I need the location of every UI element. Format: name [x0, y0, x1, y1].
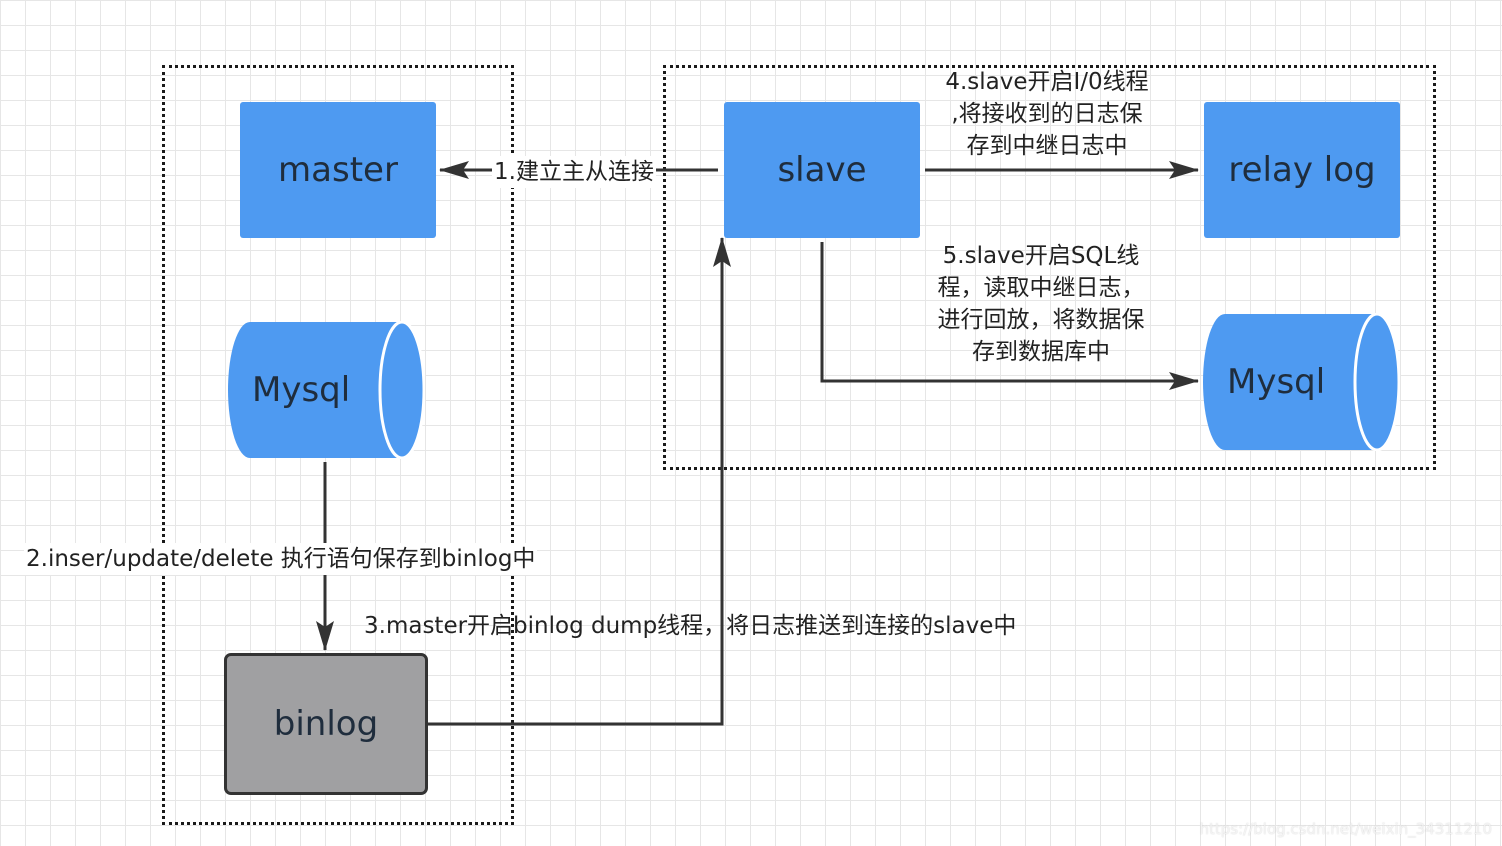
- mysql-slave-cylinder[interactable]: Mysql: [1203, 312, 1401, 452]
- step3-label: 3.master开启binlog dump线程，将日志推送到连接的slave中: [364, 613, 1017, 639]
- step1-label: 1.建立主从连接: [492, 156, 656, 188]
- step4-line-1: 4.slave开启I/0线程: [945, 69, 1149, 95]
- step4-line-2: ,将接收到的日志保: [951, 101, 1143, 127]
- binlog-node[interactable]: binlog: [224, 653, 428, 795]
- step4-line-3: 存到中继日志中: [966, 133, 1128, 159]
- master-node[interactable]: master: [240, 102, 436, 238]
- step5-label: 5.slave开启SQL线 程，读取中继日志， 进行回放，将数据保 存到数据库中: [916, 240, 1166, 368]
- relay-log-label: relay log: [1228, 150, 1376, 190]
- step5-line-3: 进行回放，将数据保: [937, 307, 1145, 333]
- arrow-binlog-to-slave: [428, 237, 731, 726]
- slave-label: slave: [777, 150, 867, 190]
- step5-line-4: 存到数据库中: [972, 339, 1110, 365]
- mysql-master-cylinder[interactable]: Mysql: [228, 320, 426, 460]
- mysql-slave-label: Mysql: [1227, 362, 1326, 402]
- watermark: https://blog.csdn.net/weixin_34311210: [1199, 820, 1492, 838]
- slave-node[interactable]: slave: [724, 102, 920, 238]
- step5-line-2: 程，读取中继日志，: [937, 275, 1145, 301]
- mysql-master-label: Mysql: [252, 370, 351, 410]
- step5-line-1: 5.slave开启SQL线: [942, 243, 1140, 269]
- step4-label: 4.slave开启I/0线程 ,将接收到的日志保 存到中继日志中: [924, 66, 1170, 162]
- master-label: master: [278, 150, 398, 190]
- binlog-label: binlog: [273, 704, 379, 744]
- step2-label: 2.inser/update/delete 执行语句保存到binlog中: [24, 543, 538, 575]
- relay-log-node[interactable]: relay log: [1204, 102, 1400, 238]
